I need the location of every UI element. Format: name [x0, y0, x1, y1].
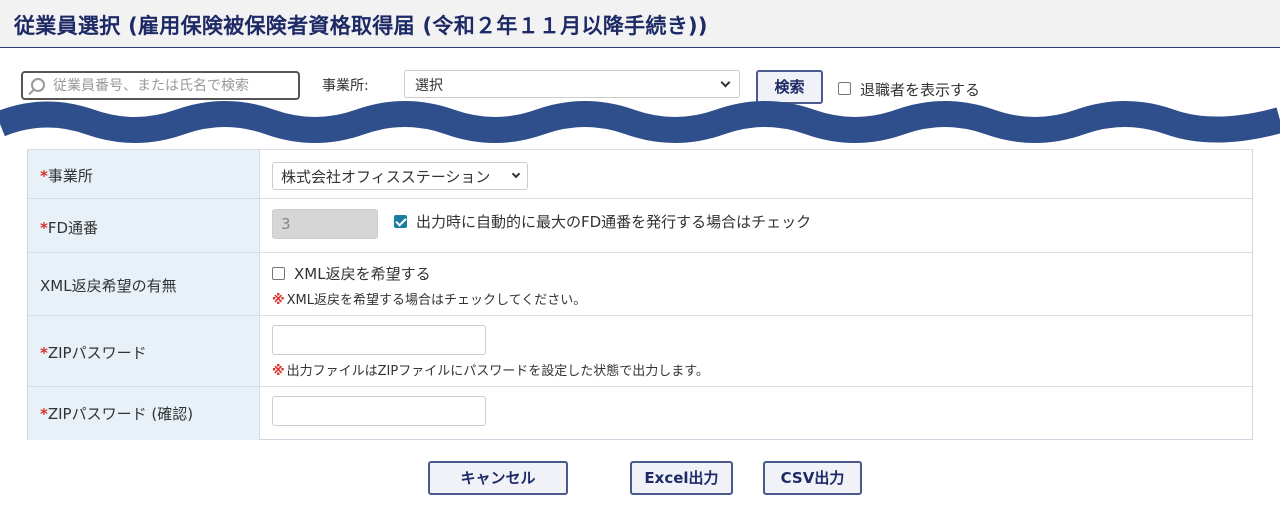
- form-row-zip-password: *ZIPパスワード ※ 出力ファイルはZIPファイルにパスワードを設定した状態で出…: [28, 315, 1252, 386]
- show-retired-checkbox[interactable]: [838, 82, 851, 95]
- xml-return-label: XML返戻希望の有無: [40, 277, 177, 295]
- form-label-cell: *ZIPパスワード: [28, 316, 260, 386]
- output-settings-form: *事業所 株式会社オフィスステーション *FD通番 3 出力時に自動的に最大のF…: [27, 149, 1253, 440]
- required-mark: *: [40, 167, 48, 185]
- fd-number-label: FD通番: [47, 219, 99, 237]
- required-mark: *: [40, 344, 48, 362]
- office-filter-label: 事業所:: [322, 78, 369, 94]
- form-row-fd-number: *FD通番 3 出力時に自動的に最大のFD通番を発行する場合はチェック: [28, 198, 1252, 252]
- office-filter-value: 選択: [415, 78, 443, 94]
- required-mark: *: [40, 405, 48, 423]
- employee-search-input[interactable]: [53, 75, 293, 97]
- zip-password-confirm-input[interactable]: [272, 396, 486, 426]
- zip-password-confirm-label: ZIPパスワード (確認): [47, 405, 194, 423]
- fd-auto-label: 出力時に自動的に最大のFD通番を発行する場合はチェック: [416, 213, 812, 231]
- zip-password-note: ※ 出力ファイルはZIPファイルにパスワードを設定した状態で出力します。: [272, 364, 709, 379]
- note-mark: ※: [272, 293, 285, 308]
- xml-return-option-label: XML返戻を希望する: [294, 265, 431, 283]
- office-filter-select[interactable]: 選択: [404, 70, 740, 98]
- chevron-down-icon: [720, 77, 731, 88]
- form-label-cell: *ZIPパスワード (確認): [28, 387, 260, 440]
- zip-password-input[interactable]: [272, 325, 486, 355]
- fd-auto-checkbox[interactable]: [394, 215, 407, 228]
- chevron-down-icon: [511, 169, 521, 179]
- form-row-xml-return: XML返戻希望の有無 XML返戻を希望する ※ XML返戻を希望する場合はチェック…: [28, 252, 1252, 315]
- office-label: 事業所: [47, 167, 93, 185]
- form-row-zip-password-confirm: *ZIPパスワード (確認): [28, 386, 1252, 440]
- page-title: 従業員選択 (雇用保険被保険者資格取得届 (令和２年１１月以降手続き)): [14, 14, 708, 38]
- fd-number-input: 3: [272, 209, 378, 239]
- page-header: 従業員選択 (雇用保険被保険者資格取得届 (令和２年１１月以降手続き)): [0, 0, 1280, 48]
- search-icon: [31, 78, 45, 92]
- office-select-value: 株式会社オフィスステーション: [281, 168, 491, 186]
- required-mark: *: [40, 219, 48, 237]
- xml-return-note: ※ XML返戻を希望する場合はチェックしてください。: [272, 293, 587, 308]
- form-row-office: *事業所 株式会社オフィスステーション: [28, 149, 1252, 198]
- form-label-cell: *FD通番: [28, 199, 260, 252]
- cancel-button[interactable]: キャンセル: [428, 461, 568, 495]
- form-label-cell: XML返戻希望の有無: [28, 253, 260, 315]
- note-mark: ※: [272, 364, 285, 379]
- zip-password-label: ZIPパスワード: [47, 344, 147, 362]
- xml-return-checkbox[interactable]: [272, 267, 285, 280]
- wave-separator: [0, 101, 1280, 143]
- csv-export-button[interactable]: CSV出力: [763, 461, 862, 495]
- form-label-cell: *事業所: [28, 150, 260, 198]
- excel-export-button[interactable]: Excel出力: [630, 461, 733, 495]
- office-select[interactable]: 株式会社オフィスステーション: [272, 162, 528, 190]
